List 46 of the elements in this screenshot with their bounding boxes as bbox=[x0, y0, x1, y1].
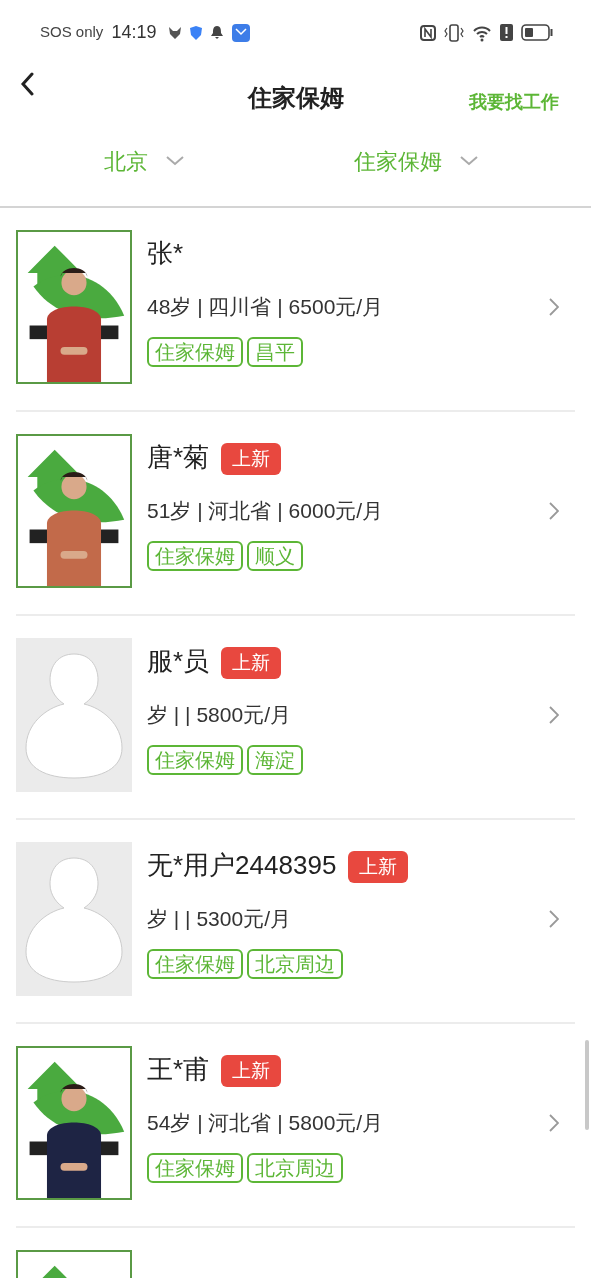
filter-dropdown[interactable]: 北京 bbox=[0, 144, 296, 178]
new-badge: 上新 bbox=[221, 443, 282, 475]
worker-name: 唐*菊 bbox=[147, 440, 210, 474]
back-icon bbox=[20, 71, 34, 96]
fox-icon bbox=[168, 25, 183, 40]
shield-icon bbox=[190, 25, 203, 40]
battery-icon bbox=[521, 24, 553, 41]
worker-name: 无*用户2448395 bbox=[147, 848, 337, 882]
tag: 住家保姆 bbox=[147, 745, 243, 775]
new-badge: 上新 bbox=[221, 647, 282, 679]
tag: 海淀 bbox=[247, 745, 303, 775]
tag: 住家保姆 bbox=[147, 541, 243, 571]
worker-info: 岁 | | 5300元/月 bbox=[147, 906, 291, 933]
tag: 住家保姆 bbox=[147, 337, 243, 367]
worker-info: 岁 | | 5800元/月 bbox=[147, 702, 291, 729]
carrier-text: SOS only bbox=[40, 22, 104, 43]
find-job-link[interactable]: 我要找工作 bbox=[469, 89, 559, 116]
worker-name: 张* bbox=[147, 236, 184, 270]
clock-time: 14:19 bbox=[111, 21, 157, 44]
bell-icon bbox=[210, 25, 225, 40]
tag: 昌平 bbox=[247, 337, 303, 367]
chevron-right-icon bbox=[549, 502, 559, 520]
new-badge: 上新 bbox=[221, 1055, 282, 1087]
tag: 北京周边 bbox=[247, 949, 343, 979]
worker-name: 王*甫 bbox=[147, 1052, 210, 1086]
app-icon bbox=[232, 23, 251, 42]
vibrate-icon bbox=[444, 23, 464, 42]
chevron-down-icon bbox=[459, 156, 478, 166]
chevron-right-icon bbox=[549, 706, 559, 724]
tag: 住家保姆 bbox=[147, 1153, 243, 1183]
tag: 住家保姆 bbox=[147, 949, 243, 979]
worker-info: 48岁 | 四川省 | 6500元/月 bbox=[147, 294, 384, 321]
chevron-right-icon bbox=[549, 298, 559, 316]
chevron-down-icon bbox=[166, 156, 184, 166]
worker-info: 54岁 | 河北省 | 5800元/月 bbox=[147, 1110, 384, 1137]
worker-info: 51岁 | 河北省 | 6000元/月 bbox=[147, 498, 384, 525]
alert-icon bbox=[500, 24, 513, 41]
new-badge: 上新 bbox=[348, 851, 409, 883]
tag: 北京周边 bbox=[247, 1153, 343, 1183]
filter-dropdown[interactable]: 住家保姆 bbox=[295, 144, 591, 178]
tag: 顺义 bbox=[247, 541, 303, 571]
chevron-right-icon bbox=[549, 910, 559, 928]
page-title: 住家保姆 bbox=[248, 83, 344, 113]
worker-name: 服*员 bbox=[147, 644, 210, 678]
chevron-right-icon bbox=[549, 1114, 559, 1132]
nfc-icon bbox=[420, 24, 436, 41]
